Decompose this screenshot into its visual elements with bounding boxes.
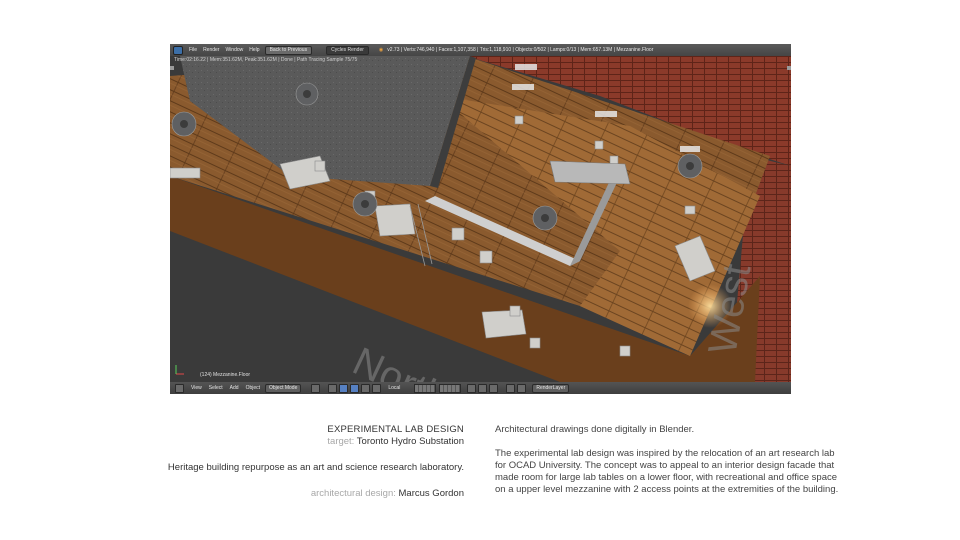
blender-logo-icon: ◉ bbox=[378, 47, 384, 53]
view3d-header: View Select Add Object Object Mode Local… bbox=[170, 382, 791, 394]
proportional-icon[interactable] bbox=[467, 383, 477, 393]
shading-icon[interactable] bbox=[311, 383, 321, 393]
opengl-render-icon[interactable] bbox=[506, 383, 516, 393]
render-engine-select[interactable]: Cycles Render bbox=[326, 45, 369, 55]
menu-view[interactable]: View bbox=[191, 385, 202, 391]
scene-stats: v2.73 | Verts:746,940 | Faces:1,107,358 … bbox=[387, 47, 654, 53]
caption-left: EXPERIMENTAL LAB DESIGN target: Toronto … bbox=[150, 424, 464, 499]
menu-object[interactable]: Object bbox=[246, 385, 260, 391]
blender-window: File Render Window Help Back to Previous… bbox=[170, 44, 791, 394]
editor-type-icon[interactable] bbox=[173, 45, 183, 55]
render-viewport[interactable]: Time:02:16.22 | Mem:351.62M, Peak:351.62… bbox=[170, 56, 791, 382]
mode-select[interactable]: Object Mode bbox=[265, 383, 302, 393]
designer-line: architectural design: Marcus Gordon bbox=[150, 488, 464, 499]
render-image: North West bbox=[170, 56, 791, 382]
intro-text: Architectural drawings done digitally in… bbox=[495, 424, 695, 435]
rotate-icon[interactable] bbox=[361, 383, 371, 393]
caption-right: Architectural drawings done digitally in… bbox=[495, 424, 845, 496]
layers-grid-2[interactable] bbox=[439, 383, 462, 393]
render-status: Time:02:16.22 | Mem:351.62M, Peak:351.62… bbox=[174, 57, 358, 63]
render-layer-select[interactable]: RenderLayer bbox=[532, 383, 570, 393]
viewport-object-label: (124) Mezzanine.Floor bbox=[200, 372, 251, 378]
back-to-previous-button[interactable]: Back to Previous bbox=[264, 45, 313, 55]
viewport-corner-right[interactable] bbox=[787, 66, 791, 70]
layers-grid[interactable] bbox=[414, 383, 437, 393]
snap-icon[interactable] bbox=[478, 383, 488, 393]
target-label: target: bbox=[327, 436, 355, 447]
editor-type-icon-bottom[interactable] bbox=[175, 383, 184, 393]
snap-target-icon[interactable] bbox=[489, 383, 499, 393]
scale-icon[interactable] bbox=[372, 383, 382, 393]
viewport-corner-left[interactable] bbox=[170, 66, 174, 70]
menu-select[interactable]: Select bbox=[209, 385, 223, 391]
project-title: EXPERIMENTAL LAB DESIGN bbox=[327, 424, 464, 435]
opengl-anim-icon[interactable] bbox=[517, 383, 527, 393]
designer-value: Marcus Gordon bbox=[398, 488, 464, 499]
manipulator-icon[interactable] bbox=[339, 383, 349, 393]
pivot-icon[interactable] bbox=[328, 383, 338, 393]
menu-file[interactable]: File bbox=[189, 47, 197, 53]
target-line: target: Toronto Hydro Substation bbox=[150, 436, 464, 447]
menu-window[interactable]: Window bbox=[225, 47, 243, 53]
target-value: Toronto Hydro Substation bbox=[356, 436, 464, 447]
menu-render[interactable]: Render bbox=[203, 47, 219, 53]
orientation-select[interactable]: Local bbox=[388, 385, 400, 391]
project-subtitle: Heritage building repurpose as an art an… bbox=[167, 462, 464, 473]
description-text: The experimental lab design was inspired… bbox=[495, 448, 839, 495]
menu-help[interactable]: Help bbox=[249, 47, 259, 53]
info-header: File Render Window Help Back to Previous… bbox=[170, 44, 791, 56]
designer-label: architectural design: bbox=[310, 488, 396, 499]
translate-icon[interactable] bbox=[350, 383, 360, 393]
menu-add[interactable]: Add bbox=[230, 385, 239, 391]
